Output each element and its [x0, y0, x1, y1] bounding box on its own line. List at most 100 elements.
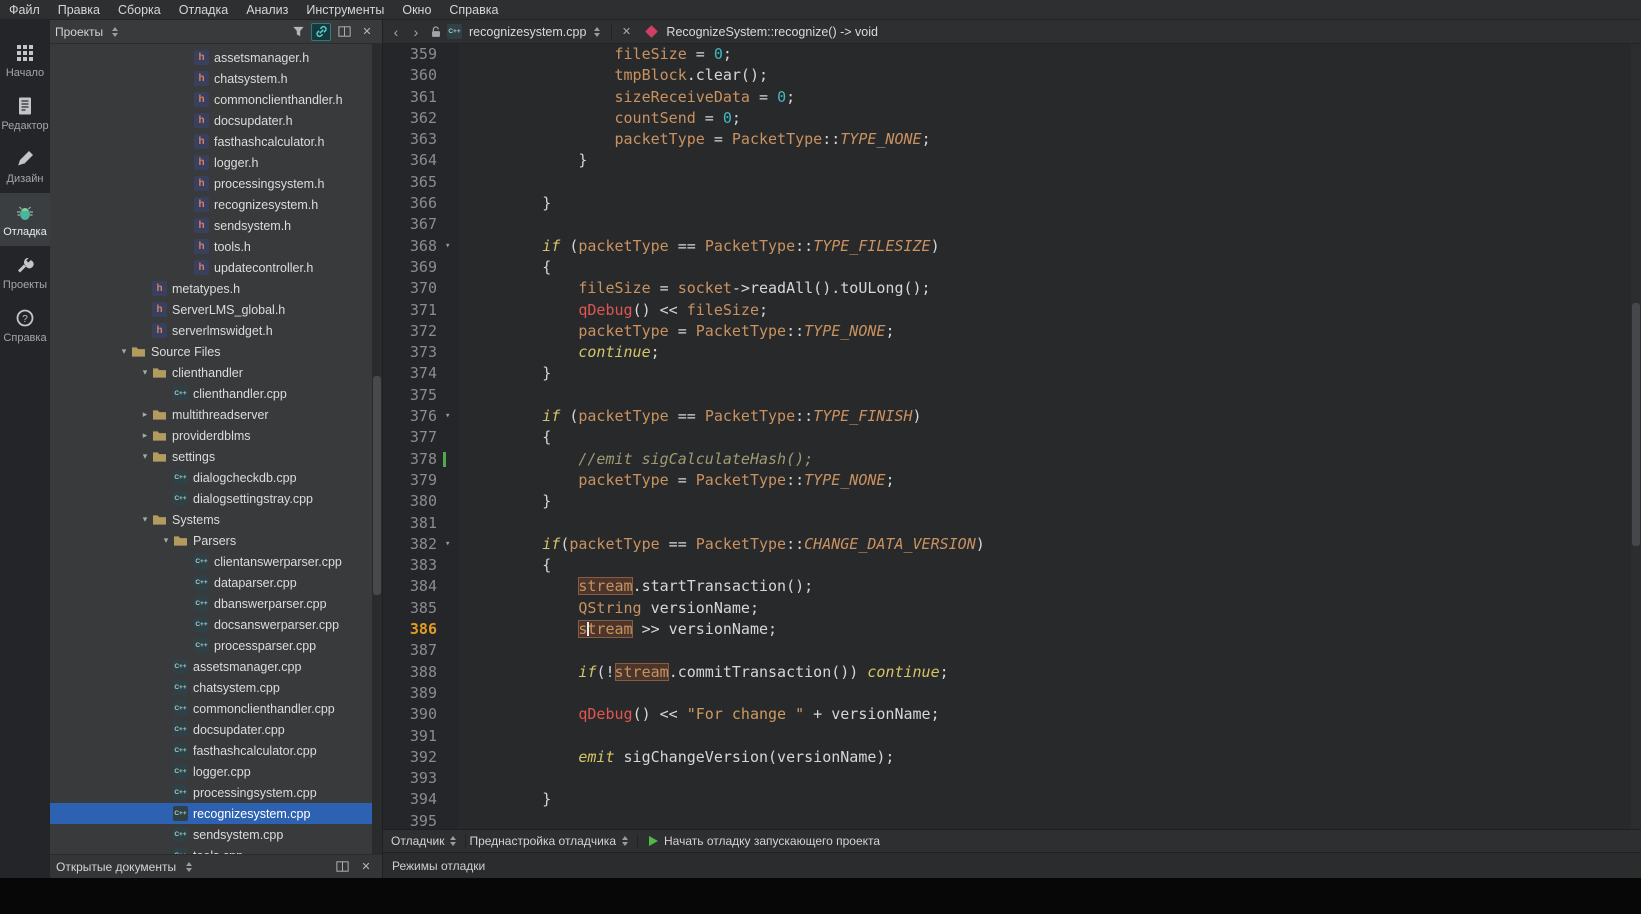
- collapse-icon[interactable]: ▾: [117, 346, 131, 357]
- line-number[interactable]: 372: [383, 321, 442, 342]
- line-number[interactable]: 385: [383, 598, 442, 619]
- line-number[interactable]: 386: [383, 619, 442, 640]
- line-number[interactable]: 389: [383, 683, 442, 704]
- tree-item[interactable]: hserverlmswidget.h: [50, 320, 382, 341]
- line-number[interactable]: 379: [383, 470, 442, 491]
- fold-marker-icon[interactable]: ▾: [445, 406, 450, 427]
- filter-icon[interactable]: [288, 23, 308, 41]
- line-number[interactable]: 365: [383, 172, 442, 193]
- line-number[interactable]: 373: [383, 342, 442, 363]
- preset-select-arrows-icon[interactable]: [622, 836, 628, 846]
- open-documents-arrows-icon[interactable]: [186, 862, 192, 872]
- line-number[interactable]: 376: [383, 406, 442, 427]
- line-number[interactable]: 380: [383, 491, 442, 512]
- code-line[interactable]: }: [470, 491, 1641, 512]
- expand-icon[interactable]: ▸: [138, 430, 152, 441]
- code-line[interactable]: }: [470, 150, 1641, 171]
- mode-debug[interactable]: Отладка: [0, 193, 50, 246]
- debugger-select[interactable]: Отладчик: [391, 834, 444, 848]
- open-file-selector[interactable]: recognizesystem.cpp: [469, 25, 586, 39]
- code-line[interactable]: }: [470, 363, 1641, 384]
- menu-item-0[interactable]: Файл: [0, 0, 49, 19]
- tree-item[interactable]: hcommonclienthandler.h: [50, 89, 382, 110]
- tree-item[interactable]: ▸providerdblms: [50, 425, 382, 446]
- collapse-icon[interactable]: ▾: [138, 451, 152, 462]
- split-icon[interactable]: [334, 23, 354, 41]
- line-number[interactable]: 361: [383, 87, 442, 108]
- line-number[interactable]: 393: [383, 768, 442, 789]
- tree-item[interactable]: ▾settings: [50, 446, 382, 467]
- forward-icon[interactable]: ›: [407, 20, 425, 43]
- tree-item[interactable]: hrecognizesystem.h: [50, 194, 382, 215]
- code-line[interactable]: [470, 385, 1641, 406]
- menu-item-1[interactable]: Правка: [49, 0, 109, 19]
- tree-item[interactable]: ▸multithreadserver: [50, 404, 382, 425]
- code-line[interactable]: if (packetType == PacketType::TYPE_FILES…: [470, 236, 1641, 257]
- tree-item[interactable]: ▾clienthandler: [50, 362, 382, 383]
- line-number[interactable]: 382: [383, 534, 442, 555]
- menu-item-2[interactable]: Сборка: [109, 0, 170, 19]
- line-number[interactable]: 370: [383, 278, 442, 299]
- mode-help[interactable]: ?Справка: [0, 299, 50, 352]
- tree-item[interactable]: hprocessingsystem.h: [50, 173, 382, 194]
- code-line[interactable]: [470, 214, 1641, 235]
- line-number[interactable]: 367: [383, 214, 442, 235]
- menu-item-3[interactable]: Отладка: [170, 0, 237, 19]
- symbol-selector[interactable]: RecognizeSystem::recognize() -> void: [666, 25, 878, 39]
- tree-item[interactable]: hsendsystem.h: [50, 215, 382, 236]
- file-selector-arrows-icon[interactable]: [594, 27, 600, 37]
- code-line[interactable]: tmpBlock.clear();: [470, 65, 1641, 86]
- tree-item[interactable]: C++docsupdater.cpp: [50, 719, 382, 740]
- line-number[interactable]: 392: [383, 747, 442, 768]
- code-line[interactable]: fileSize = socket->readAll().toULong();: [470, 278, 1641, 299]
- code-line[interactable]: [470, 811, 1641, 829]
- tree-item[interactable]: C++fasthashcalculator.cpp: [50, 740, 382, 761]
- code-line[interactable]: sizeReceiveData = 0;: [470, 87, 1641, 108]
- tree-item[interactable]: C++tools.cpp: [50, 845, 382, 854]
- close-document-icon[interactable]: ✕: [617, 20, 635, 43]
- code-line[interactable]: [470, 683, 1641, 704]
- code-line[interactable]: fileSize = 0;: [470, 44, 1641, 65]
- fold-marker-icon[interactable]: ▾: [445, 534, 450, 555]
- line-number[interactable]: 363: [383, 129, 442, 150]
- line-number[interactable]: 391: [383, 726, 442, 747]
- tree-item[interactable]: C++docsanswerparser.cpp: [50, 614, 382, 635]
- line-number[interactable]: 387: [383, 640, 442, 661]
- tree-item[interactable]: hdocsupdater.h: [50, 110, 382, 131]
- code-line[interactable]: {: [470, 257, 1641, 278]
- code-line[interactable]: packetType = PacketType::TYPE_NONE;: [470, 321, 1641, 342]
- tree-item[interactable]: C++recognizesystem.cpp: [50, 803, 382, 824]
- code-line[interactable]: if (packetType == PacketType::TYPE_FINIS…: [470, 406, 1641, 427]
- tree-item[interactable]: C++sendsystem.cpp: [50, 824, 382, 845]
- tree-scrollbar[interactable]: [372, 44, 382, 854]
- line-number[interactable]: 364: [383, 150, 442, 171]
- back-icon[interactable]: ‹: [387, 20, 405, 43]
- line-number[interactable]: 368: [383, 236, 442, 257]
- tree-item[interactable]: C++dbanswerparser.cpp: [50, 593, 382, 614]
- open-documents-label[interactable]: Открытые документы: [56, 860, 176, 874]
- line-number[interactable]: 390: [383, 704, 442, 725]
- tree-item[interactable]: hupdatecontroller.h: [50, 257, 382, 278]
- line-number[interactable]: 394: [383, 789, 442, 810]
- code-line[interactable]: [470, 640, 1641, 661]
- tree-item[interactable]: C++clienthandler.cpp: [50, 383, 382, 404]
- line-number[interactable]: 362: [383, 108, 442, 129]
- debugger-preset-select[interactable]: Преднастройка отладчика: [469, 834, 616, 848]
- tree-item[interactable]: C++commonclienthandler.cpp: [50, 698, 382, 719]
- projects-panel-title[interactable]: Проекты: [55, 25, 103, 39]
- line-number[interactable]: 371: [383, 300, 442, 321]
- code-line[interactable]: qDebug() << "For change " + versionName;: [470, 704, 1641, 725]
- tree-item[interactable]: hchatsystem.h: [50, 68, 382, 89]
- code-line[interactable]: if(packetType == PacketType::CHANGE_DATA…: [470, 534, 1641, 555]
- line-number[interactable]: 366: [383, 193, 442, 214]
- line-number[interactable]: 383: [383, 555, 442, 576]
- tree-item[interactable]: C++chatsystem.cpp: [50, 677, 382, 698]
- editor-scrollbar[interactable]: [1631, 44, 1641, 829]
- menu-item-6[interactable]: Окно: [393, 0, 440, 19]
- collapse-icon[interactable]: ▾: [138, 367, 152, 378]
- line-number[interactable]: 395: [383, 811, 442, 829]
- close-panel-icon[interactable]: ✕: [356, 858, 376, 876]
- code-line[interactable]: }: [470, 789, 1641, 810]
- code-line[interactable]: stream >> versionName;: [470, 619, 1641, 640]
- mode-welcome[interactable]: Начало: [0, 34, 50, 87]
